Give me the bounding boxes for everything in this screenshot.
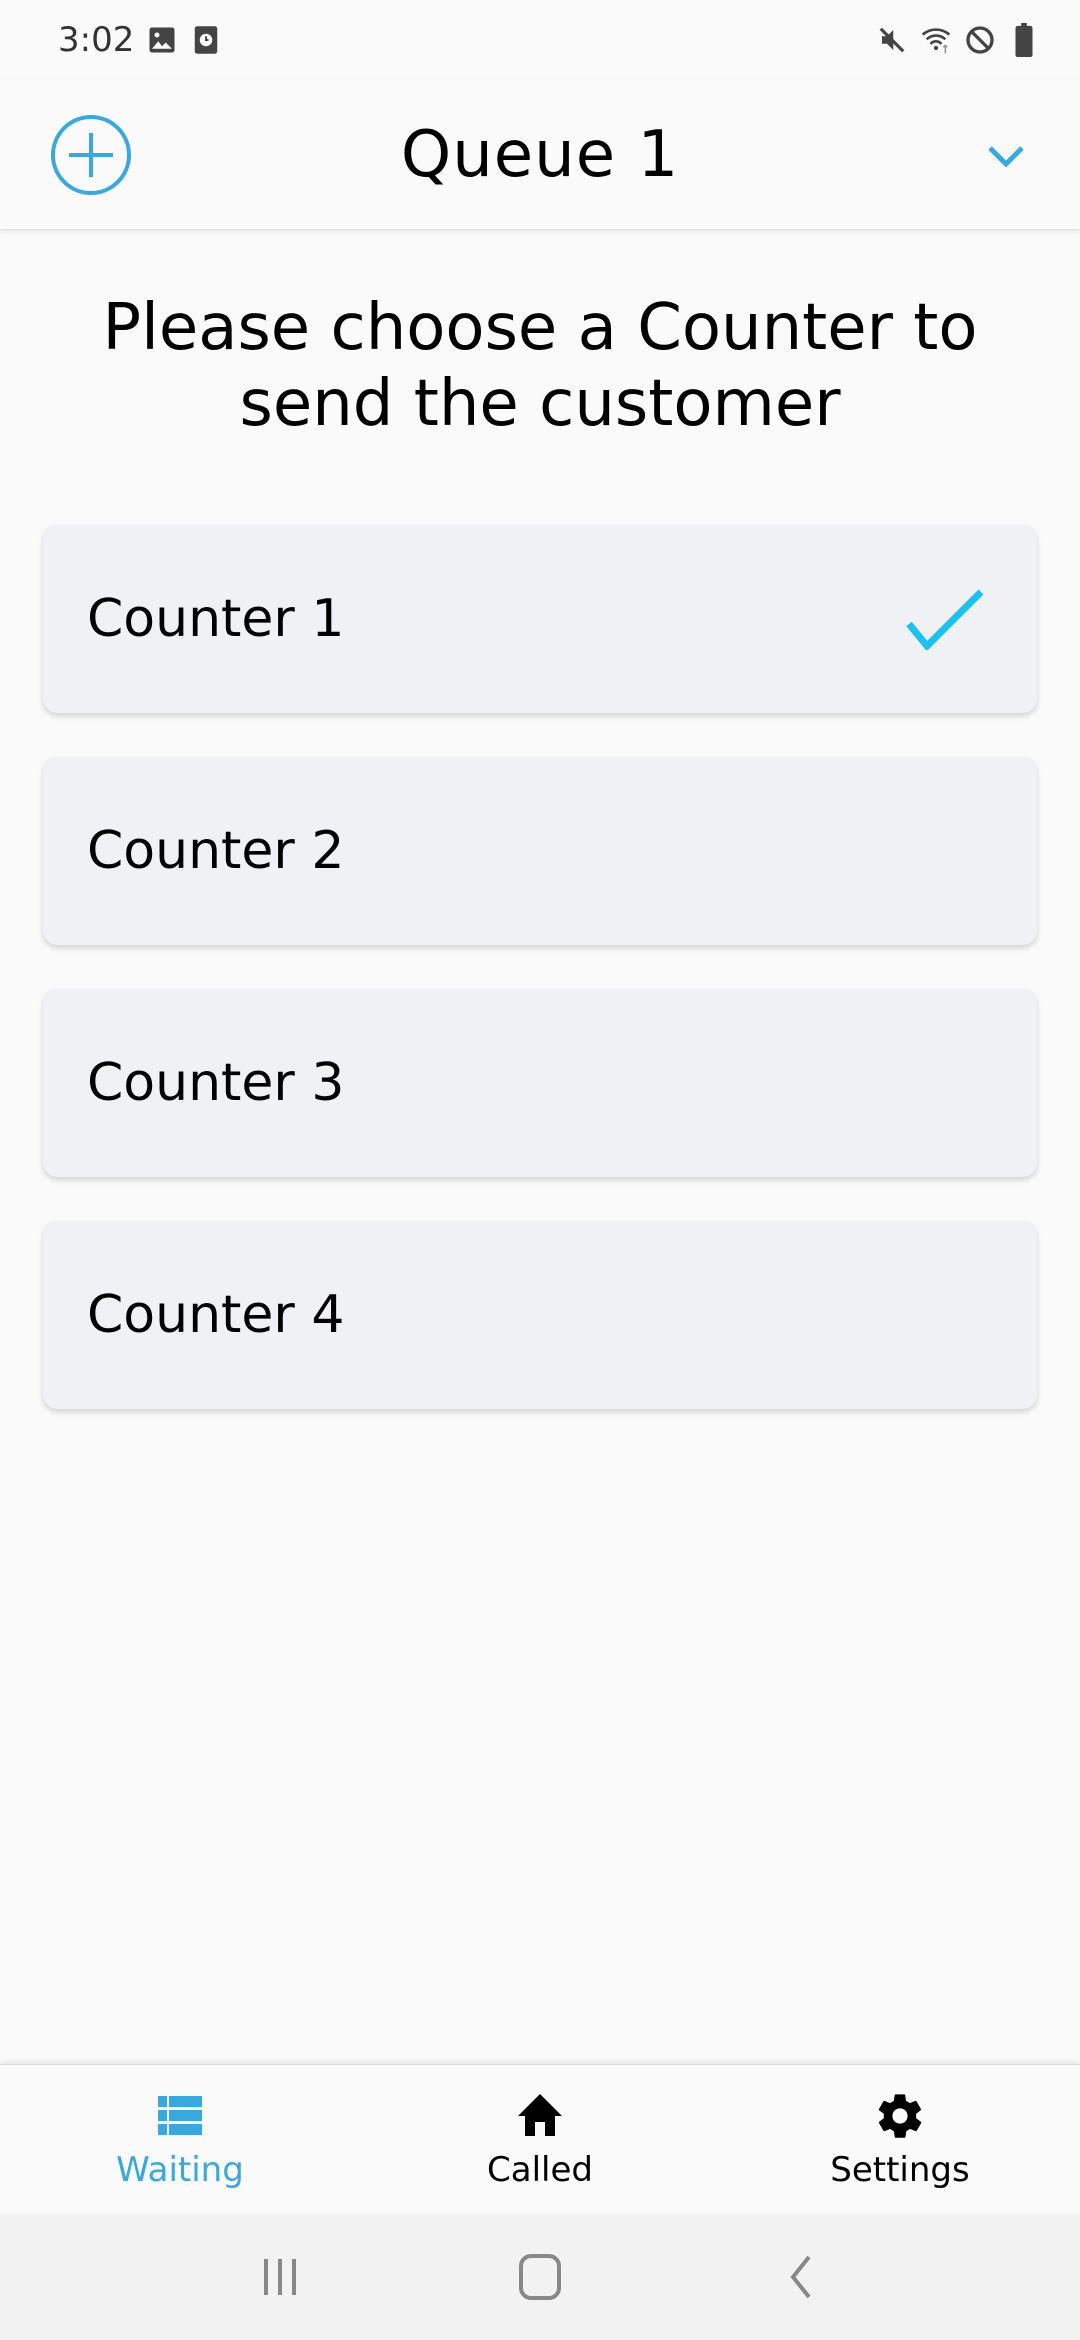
home-icon xyxy=(518,2093,562,2136)
counter-option[interactable]: Counter 3 xyxy=(43,989,1037,1177)
counter-option[interactable]: Counter 4 xyxy=(43,1221,1037,1409)
mute-icon xyxy=(876,24,908,56)
check-icon xyxy=(906,589,984,650)
home-button[interactable] xyxy=(510,2247,570,2307)
wifi-icon xyxy=(920,24,952,56)
image-icon xyxy=(146,24,178,56)
do-not-disturb-icon xyxy=(964,24,996,56)
status-time: 3:02 xyxy=(58,20,135,60)
gear-icon xyxy=(878,2093,922,2138)
add-circle-icon xyxy=(51,115,131,195)
back-icon xyxy=(790,2255,811,2299)
recent-apps-icon xyxy=(264,2259,296,2295)
clock-app-icon xyxy=(190,24,222,56)
counter-option[interactable]: Counter 2 xyxy=(43,757,1037,945)
nav-item-waiting[interactable]: Waiting xyxy=(0,2065,360,2214)
nav-item-called[interactable]: Called xyxy=(360,2065,720,2214)
counter-list: Counter 1 Counter 2 Counter 3 Counter 4 xyxy=(43,525,1037,1453)
instruction-heading: Please choose a Counter to send the cust… xyxy=(102,291,978,441)
bottom-navigation: Waiting Called Settings xyxy=(0,2064,1080,2214)
counter-label: Counter 1 xyxy=(87,589,345,649)
list-icon xyxy=(158,2095,202,2135)
status-right xyxy=(876,23,1040,57)
nav-item-settings[interactable]: Settings xyxy=(720,2065,1080,2214)
status-left: 3:02 xyxy=(58,20,222,60)
system-navigation-bar xyxy=(0,2214,1080,2340)
nav-label: Settings xyxy=(830,2149,970,2190)
recent-apps-button[interactable] xyxy=(250,2247,310,2307)
counter-option[interactable]: Counter 1 xyxy=(43,525,1037,713)
chevron-down-icon xyxy=(988,146,1024,168)
home-outline-icon xyxy=(519,2254,561,2300)
battery-icon xyxy=(1008,23,1040,57)
status-bar: 3:02 xyxy=(0,0,1080,80)
queue-dropdown-button[interactable] xyxy=(982,132,1030,180)
nav-label: Called xyxy=(487,2149,593,2190)
nav-label: Waiting xyxy=(116,2149,244,2190)
counter-label: Counter 2 xyxy=(87,821,345,881)
back-button[interactable] xyxy=(770,2247,830,2307)
counter-label: Counter 4 xyxy=(87,1285,345,1345)
page-title: Queue 1 xyxy=(400,117,680,192)
counter-label: Counter 3 xyxy=(87,1053,345,1113)
app-bar: Queue 1 xyxy=(0,80,1080,230)
add-button[interactable] xyxy=(50,114,132,196)
